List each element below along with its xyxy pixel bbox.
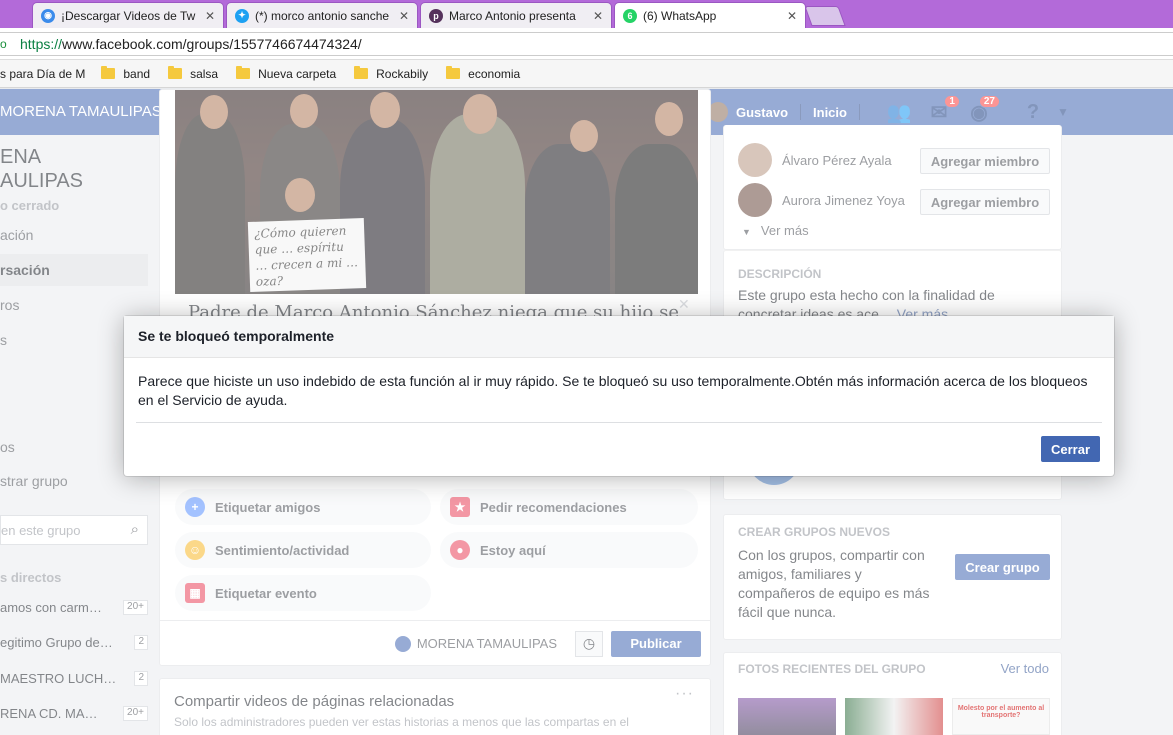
close-icon[interactable]: ✕ [593, 9, 603, 23]
folder-icon [354, 66, 369, 79]
tab-marco-antonio[interactable]: p Marco Antonio presenta ✕ [420, 2, 612, 28]
folder-icon [168, 66, 183, 79]
bookmark-dia-de-m[interactable]: s para Día de M [0, 67, 85, 81]
bookmark-nueva-carpeta[interactable]: Nueva carpeta [236, 66, 336, 81]
twitter-icon: ✦ [235, 8, 249, 23]
whatsapp-icon: 6 [623, 8, 637, 23]
close-icon[interactable]: ✕ [399, 9, 409, 23]
dialog-title: Se te bloqueó temporalmente [124, 316, 1114, 358]
tab-twitter[interactable]: ✦ (*) morco antonio sanche ✕ [226, 2, 418, 28]
bookmark-band[interactable]: band [101, 66, 150, 81]
tab-descargar-videos[interactable]: ◉ ¡Descargar Videos de Tw ✕ [32, 2, 224, 28]
divider [136, 422, 1102, 423]
url-input[interactable]: o https:// www.facebook.com/groups/15577… [0, 32, 1173, 56]
p-app-icon: p [429, 8, 443, 23]
close-icon[interactable]: ✕ [205, 9, 215, 23]
bookmark-economia[interactable]: economia [446, 66, 520, 81]
browser-tab-strip: ◉ ¡Descargar Videos de Tw ✕ ✦ (*) morco … [0, 0, 1173, 28]
url-scheme: https:// [20, 36, 63, 52]
folder-icon [101, 66, 116, 79]
url-path: www.facebook.com/groups/1557746674474324… [62, 36, 362, 52]
close-button[interactable]: Cerrar [1041, 436, 1100, 462]
lock-icon: o [0, 37, 7, 51]
bookmark-salsa[interactable]: salsa [168, 66, 218, 81]
dialog-message: Parece que hiciste un uso indebido de es… [138, 373, 1088, 408]
new-tab-button[interactable] [804, 6, 846, 26]
download-app-icon: ◉ [41, 8, 55, 23]
folder-icon [236, 66, 251, 79]
folder-icon [446, 66, 461, 79]
bookmark-rockabily[interactable]: Rockabily [354, 66, 428, 81]
close-icon[interactable]: ✕ [787, 9, 797, 23]
bookmarks-bar: s para Día de M band salsa Nueva carpeta… [0, 60, 1173, 88]
temporarily-blocked-dialog: Se te bloqueó temporalmente Parece que h… [124, 316, 1114, 476]
tab-whatsapp[interactable]: 6 (6) WhatsApp ✕ [614, 2, 806, 28]
address-bar: o https:// www.facebook.com/groups/15577… [0, 28, 1173, 60]
